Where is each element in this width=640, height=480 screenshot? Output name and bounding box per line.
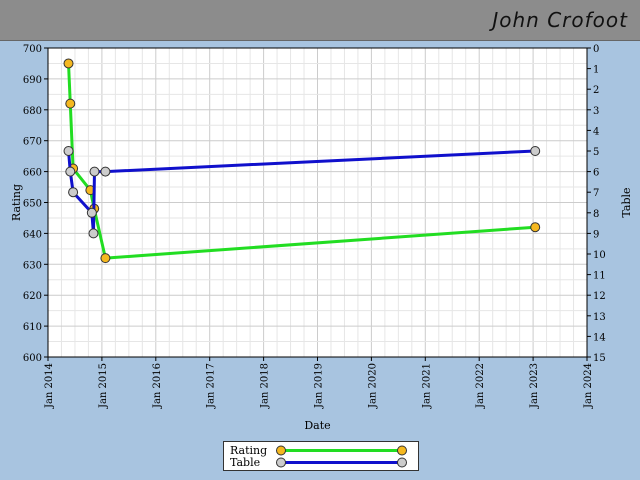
y2-tick-label: 13 xyxy=(593,312,606,323)
y-tick-label: 640 xyxy=(23,229,42,240)
x-axis-label: Date xyxy=(304,419,330,432)
table-point xyxy=(63,146,74,156)
x-tick-label: Jan 2014 xyxy=(44,363,55,409)
x-tick-label: Jan 2015 xyxy=(98,363,109,409)
y2-tick-label: 0 xyxy=(593,44,599,55)
x-tick-label: Jan 2016 xyxy=(152,363,163,409)
y2-tick-label: 4 xyxy=(593,126,599,137)
table-point xyxy=(86,207,97,218)
rating-point xyxy=(100,253,111,264)
y2-tick-label: 10 xyxy=(593,250,606,261)
y-tick-label: 610 xyxy=(23,322,42,333)
legend-marker-rating xyxy=(397,445,407,456)
y2-tick-label: 2 xyxy=(593,85,599,96)
table-point xyxy=(530,146,541,156)
x-tick-label: Jan 2020 xyxy=(367,363,378,409)
y-tick-label: 630 xyxy=(23,260,42,271)
table-point xyxy=(65,166,76,177)
y-tick-label: 660 xyxy=(23,168,42,179)
y2-tick-label: 3 xyxy=(593,106,599,117)
y2-tick-label: 11 xyxy=(593,271,606,282)
y-tick-label: 650 xyxy=(23,199,42,210)
legend-marker-table xyxy=(276,457,286,468)
y-tick-label: 670 xyxy=(23,137,42,148)
x-tick-label: Jan 2023 xyxy=(529,363,540,409)
y2-axis-label: Table xyxy=(620,187,633,217)
legend-marker-rating xyxy=(276,445,286,456)
rating-point xyxy=(65,98,76,109)
table-point xyxy=(88,228,99,239)
y2-tick-label: 6 xyxy=(593,168,599,179)
x-tick-label: Jan 2024 xyxy=(583,363,594,409)
rating-point xyxy=(63,58,74,69)
x-tick-label: Jan 2021 xyxy=(421,363,432,409)
y2-tick-label: 15 xyxy=(593,353,606,364)
x-tick-label: Jan 2017 xyxy=(206,363,217,409)
legend: Rating Table xyxy=(223,441,419,471)
y2-tick-label: 5 xyxy=(593,147,599,158)
legend-marks xyxy=(276,445,407,468)
x-tick-label: Jan 2018 xyxy=(260,363,271,409)
y-tick-label: 700 xyxy=(23,44,42,55)
y-tick-label: 680 xyxy=(23,106,42,117)
table-point xyxy=(89,166,100,177)
grid xyxy=(47,47,588,358)
y2-tick-label: 7 xyxy=(593,188,599,199)
table-point xyxy=(68,187,79,198)
rating-point xyxy=(530,222,541,233)
legend-marker-table xyxy=(397,457,407,468)
x-tick-label: Jan 2022 xyxy=(475,363,486,409)
y2-tick-label: 8 xyxy=(593,209,599,220)
y2-tick-label: 9 xyxy=(593,229,599,240)
table-point xyxy=(100,166,111,177)
y-tick-label: 620 xyxy=(23,291,42,302)
y-tick-label: 690 xyxy=(23,75,42,86)
rating-chart: 600610620630640650660670680690700 0123456… xyxy=(10,44,633,432)
y-axis-label: Rating xyxy=(10,184,23,221)
y2-tick-label: 14 xyxy=(593,332,606,343)
y2-tick-label: 12 xyxy=(593,291,606,302)
x-tick-label: Jan 2019 xyxy=(314,363,325,409)
y2-tick-label: 1 xyxy=(593,65,599,76)
y-tick-label: 600 xyxy=(23,353,42,364)
